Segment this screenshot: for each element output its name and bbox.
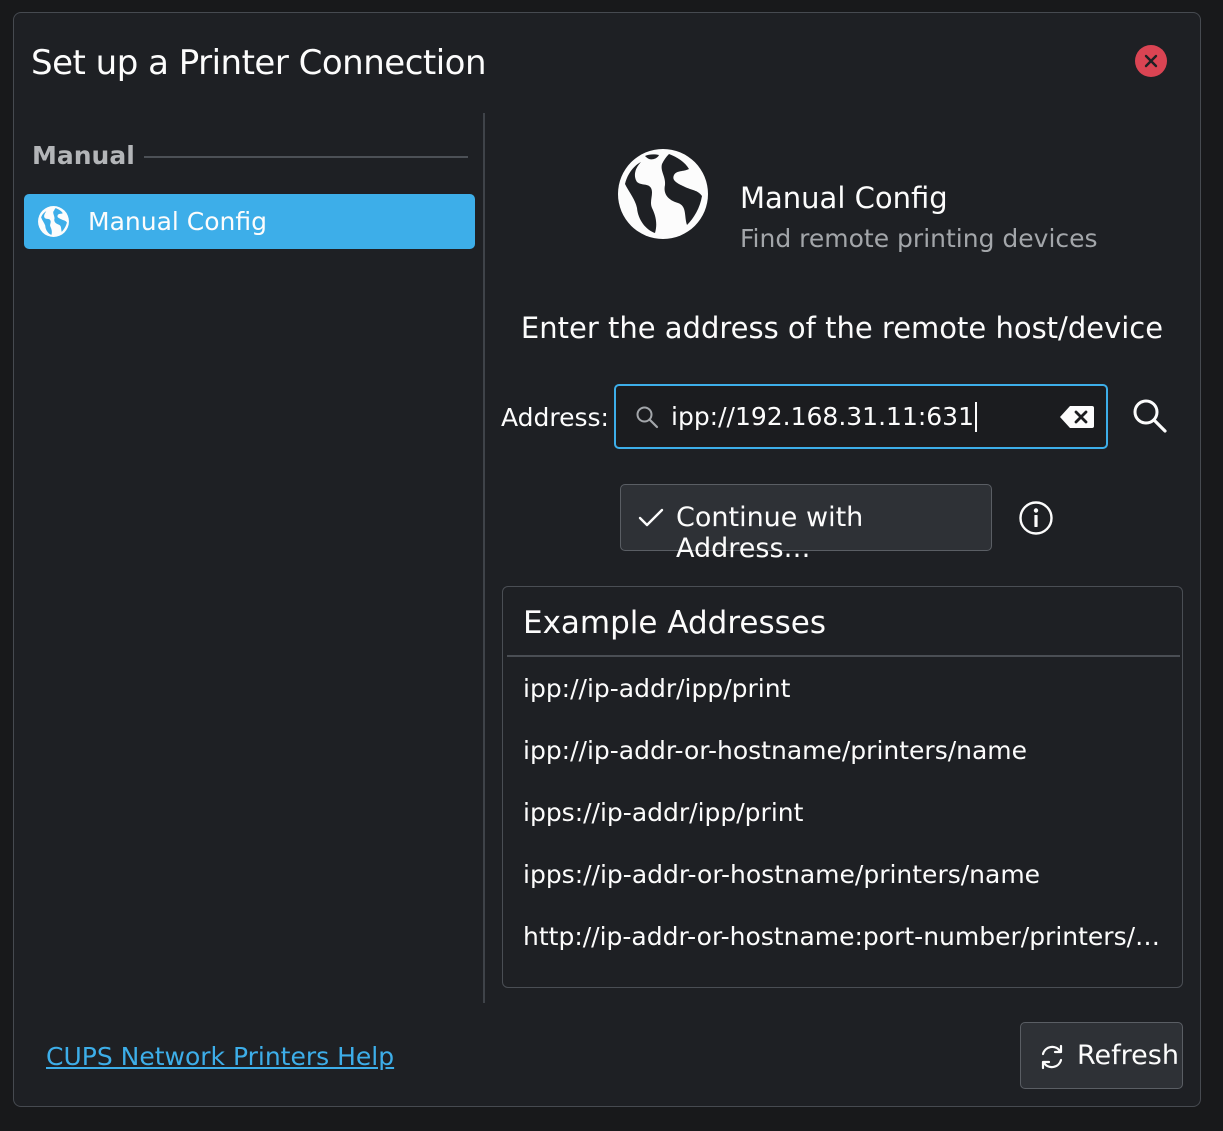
sidebar-group-header: Manual [32,141,135,170]
example-address-item[interactable]: ipps://ip-addr-or-hostname/printers/name [523,860,1040,889]
sidebar-group-divider [144,156,468,158]
address-value: ipp://192.168.31.11:631 [671,402,977,432]
checkmark-icon [638,508,664,527]
sidebar-divider [483,113,485,1003]
globe-icon [618,149,708,239]
dialog-title: Set up a Printer Connection [31,43,487,83]
address-label: Address: [501,403,609,432]
hero-title: Manual Config [740,181,948,215]
hero-subtitle: Find remote printing devices [740,224,1098,253]
address-input[interactable]: ipp://192.168.31.11:631 [614,384,1108,449]
search-icon[interactable] [1130,396,1170,436]
cups-help-link[interactable]: CUPS Network Printers Help [46,1042,394,1071]
refresh-button[interactable]: Refresh [1020,1022,1183,1089]
example-address-item[interactable]: ipps://ip-addr/ipp/print [523,798,803,827]
close-button[interactable] [1135,45,1167,77]
refresh-button-label: Refresh [1077,1040,1179,1071]
refresh-icon [1041,1044,1063,1070]
printer-connection-dialog: Set up a Printer Connection Manual Manua… [13,12,1201,1107]
address-prompt: Enter the address of the remote host/dev… [520,311,1164,345]
examples-divider [507,655,1180,657]
continue-with-address-button[interactable]: Continue with Address… [620,484,992,564]
close-icon [1144,54,1158,68]
example-address-item[interactable]: ipp://ip-addr/ipp/print [523,674,790,703]
example-addresses-panel: Example Addresses ipp://ip-addr/ipp/prin… [502,586,1183,988]
example-address-item[interactable]: http://ip-addr-or-hostname:port-number/p… [523,922,1160,951]
info-icon[interactable] [1018,500,1054,536]
continue-button-label: Continue with Address… [676,502,864,564]
example-address-item[interactable]: ipp://ip-addr-or-hostname/printers/name [523,736,1027,765]
sidebar-item-manual-config[interactable]: Manual Config [24,194,475,249]
clear-text-icon[interactable] [1060,405,1094,429]
search-icon [636,406,659,429]
example-addresses-header: Example Addresses [523,605,827,641]
globe-icon [38,206,69,237]
sidebar-item-label: Manual Config [88,207,268,236]
